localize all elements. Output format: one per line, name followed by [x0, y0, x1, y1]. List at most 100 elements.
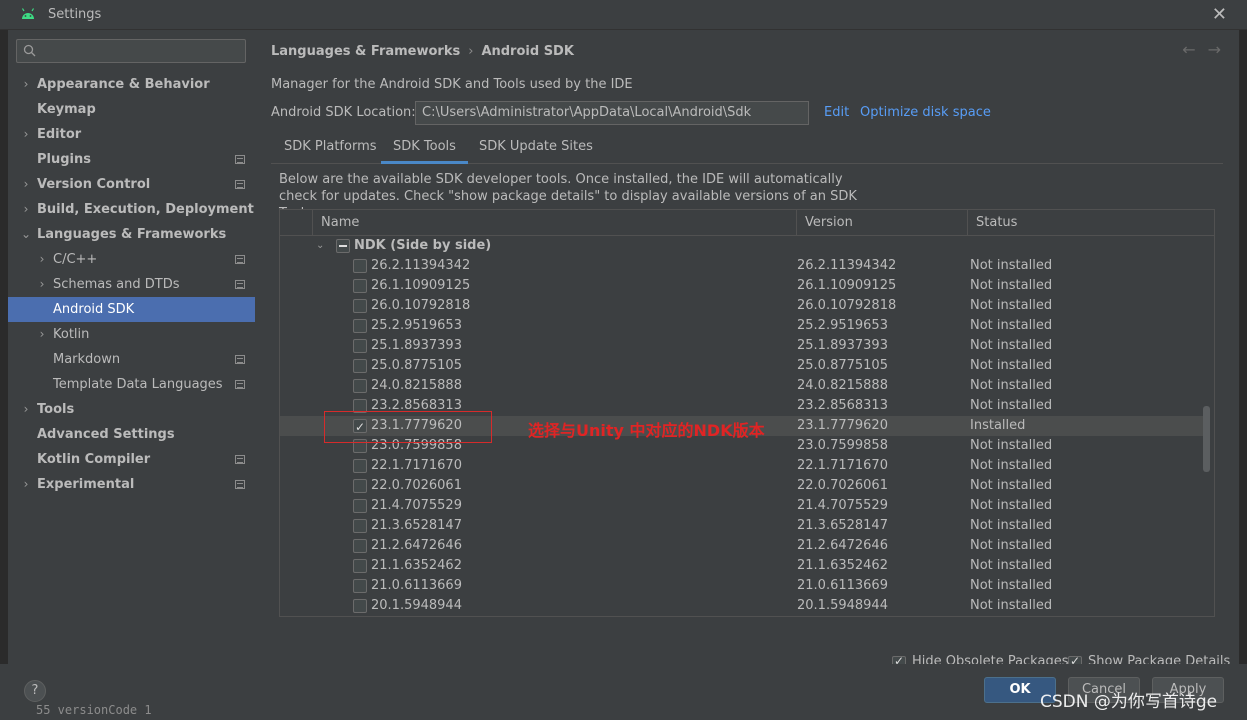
- sidebar-item-markdown[interactable]: Markdown: [8, 347, 255, 372]
- sidebar-item-version-control[interactable]: › Version Control: [8, 172, 255, 197]
- table-header: Name Version Status: [280, 210, 1214, 236]
- table-row[interactable]: 21.4.7075529 21.4.7075529 Not installed: [280, 496, 1204, 516]
- column-version[interactable]: Version: [796, 210, 968, 236]
- chevron-down-icon[interactable]: ⌄: [20, 222, 32, 247]
- sidebar-item-editor[interactable]: › Editor: [8, 122, 255, 147]
- watermark: CSDN @为你写首诗ge: [1040, 692, 1218, 712]
- sidebar-item-label: Schemas and DTDs: [53, 277, 180, 292]
- sidebar-item-languages-frameworks[interactable]: ⌄ Languages & Frameworks: [8, 222, 255, 247]
- table-scrollbar[interactable]: [1203, 406, 1210, 472]
- row-checkbox[interactable]: [353, 279, 367, 293]
- sidebar-item-c-c[interactable]: › C/C++: [8, 247, 255, 272]
- table-row[interactable]: 22.1.7171670 22.1.7171670 Not installed: [280, 456, 1204, 476]
- sidebar-item-label: Template Data Languages: [53, 377, 223, 392]
- sidebar-item-kotlin-compiler[interactable]: Kotlin Compiler: [8, 447, 255, 472]
- row-checkbox[interactable]: [353, 499, 367, 513]
- table-row[interactable]: 21.0.6113669 21.0.6113669 Not installed: [280, 576, 1204, 596]
- project-scope-icon: [235, 455, 245, 464]
- chevron-down-icon[interactable]: ⌄: [316, 235, 324, 257]
- row-checkbox[interactable]: [353, 259, 367, 273]
- row-checkbox[interactable]: [353, 319, 367, 333]
- table-row[interactable]: 20.1.5948944 20.1.5948944 Not installed: [280, 596, 1204, 616]
- table-row[interactable]: 25.2.9519653 25.2.9519653 Not installed: [280, 316, 1204, 336]
- project-scope-icon: [235, 255, 245, 264]
- row-checkbox[interactable]: [353, 359, 367, 373]
- sidebar-item-schemas-and-dtds[interactable]: › Schemas and DTDs: [8, 272, 255, 297]
- chevron-right-icon[interactable]: ›: [20, 172, 32, 197]
- sdk-location-field[interactable]: C:\Users\Administrator\AppData\Local\And…: [415, 101, 809, 125]
- close-icon[interactable]: ✕: [1212, 4, 1227, 25]
- tab-sdk-tools[interactable]: SDK Tools: [381, 133, 468, 164]
- annotation-box: [324, 411, 492, 443]
- tab-sdk-update-sites[interactable]: SDK Update Sites: [467, 133, 605, 164]
- help-button[interactable]: ?: [24, 680, 46, 702]
- table-row[interactable]: 21.1.6352462 21.1.6352462 Not installed: [280, 556, 1204, 576]
- table-row[interactable]: 21.3.6528147 21.3.6528147 Not installed: [280, 516, 1204, 536]
- project-scope-icon: [235, 355, 245, 364]
- row-checkbox[interactable]: [353, 459, 367, 473]
- sidebar-item-appearance-behavior[interactable]: › Appearance & Behavior: [8, 72, 255, 97]
- table-row[interactable]: 24.0.8215888 24.0.8215888 Not installed: [280, 376, 1204, 396]
- row-status: Not installed: [970, 518, 1053, 533]
- row-checkbox[interactable]: [353, 539, 367, 553]
- sidebar-item-kotlin[interactable]: › Kotlin: [8, 322, 255, 347]
- project-scope-icon: [235, 180, 245, 189]
- sidebar-item-plugins[interactable]: Plugins: [8, 147, 255, 172]
- row-version: 21.4.7075529: [797, 498, 888, 513]
- table-row[interactable]: 25.1.8937393 25.1.8937393 Not installed: [280, 336, 1204, 356]
- row-status: Not installed: [970, 398, 1053, 413]
- row-checkbox[interactable]: [353, 519, 367, 533]
- table-row[interactable]: 21.2.6472646 21.2.6472646 Not installed: [280, 536, 1204, 556]
- chevron-right-icon[interactable]: ›: [36, 247, 48, 272]
- sidebar-item-experimental[interactable]: › Experimental: [8, 472, 255, 497]
- table-row[interactable]: 22.0.7026061 22.0.7026061 Not installed: [280, 476, 1204, 496]
- sidebar-item-tools[interactable]: › Tools: [8, 397, 255, 422]
- chevron-right-icon[interactable]: ›: [20, 122, 32, 147]
- sidebar-item-template-data-languages[interactable]: Template Data Languages: [8, 372, 255, 397]
- chevron-right-icon[interactable]: ›: [20, 472, 32, 497]
- chevron-right-icon[interactable]: ›: [20, 397, 32, 422]
- row-version: 26.0.10792818: [797, 298, 897, 313]
- optimize-disk-space-link[interactable]: Optimize disk space: [860, 105, 991, 120]
- sidebar-item-label: Build, Execution, Deployment: [37, 202, 254, 217]
- chevron-right-icon[interactable]: ›: [36, 272, 48, 297]
- sidebar-item-build-execution-deployment[interactable]: › Build, Execution, Deployment: [8, 197, 255, 222]
- row-version: 21.2.6472646: [797, 538, 888, 553]
- column-name[interactable]: Name: [312, 210, 797, 236]
- ndk-group-row[interactable]: ⌄ NDK (Side by side): [280, 235, 1204, 257]
- project-scope-icon: [235, 280, 245, 289]
- row-checkbox[interactable]: [353, 339, 367, 353]
- row-checkbox[interactable]: [353, 559, 367, 573]
- search-input[interactable]: [16, 39, 246, 63]
- forward-arrow-icon[interactable]: →: [1208, 40, 1221, 59]
- chevron-right-icon[interactable]: ›: [36, 322, 48, 347]
- chevron-right-icon[interactable]: ›: [20, 72, 32, 97]
- row-status: Not installed: [970, 438, 1053, 453]
- sdk-location-label: Android SDK Location:: [271, 105, 416, 120]
- row-checkbox[interactable]: [353, 579, 367, 593]
- sidebar-item-keymap[interactable]: Keymap: [8, 97, 255, 122]
- row-version: 21.1.6352462: [797, 558, 888, 573]
- row-checkbox[interactable]: [353, 479, 367, 493]
- sidebar-item-label: Markdown: [53, 352, 121, 367]
- edit-link[interactable]: Edit: [824, 105, 849, 120]
- breadcrumb-parent[interactable]: Languages & Frameworks: [271, 44, 460, 59]
- tab-sdk-platforms[interactable]: SDK Platforms: [272, 133, 389, 164]
- table-row[interactable]: 25.0.8775105 25.0.8775105 Not installed: [280, 356, 1204, 376]
- editor-background-text: 55 versionCode 1: [36, 703, 152, 717]
- table-row[interactable]: 26.1.10909125 26.1.10909125 Not installed: [280, 276, 1204, 296]
- ndk-group-checkbox[interactable]: [336, 239, 350, 253]
- breadcrumb-separator: ›: [468, 44, 474, 59]
- sidebar-item-advanced-settings[interactable]: Advanced Settings: [8, 422, 255, 447]
- row-checkbox[interactable]: [353, 599, 367, 613]
- row-checkbox[interactable]: [353, 299, 367, 313]
- sidebar-item-android-sdk[interactable]: Android SDK: [8, 297, 255, 322]
- back-arrow-icon[interactable]: ←: [1182, 40, 1195, 59]
- sidebar-item-label: C/C++: [53, 252, 98, 267]
- sidebar-item-label: Kotlin: [53, 327, 90, 342]
- chevron-right-icon[interactable]: ›: [20, 197, 32, 222]
- table-row[interactable]: 26.0.10792818 26.0.10792818 Not installed: [280, 296, 1204, 316]
- row-checkbox[interactable]: [353, 379, 367, 393]
- column-status[interactable]: Status: [967, 210, 1214, 236]
- table-row[interactable]: 26.2.11394342 26.2.11394342 Not installed: [280, 256, 1204, 276]
